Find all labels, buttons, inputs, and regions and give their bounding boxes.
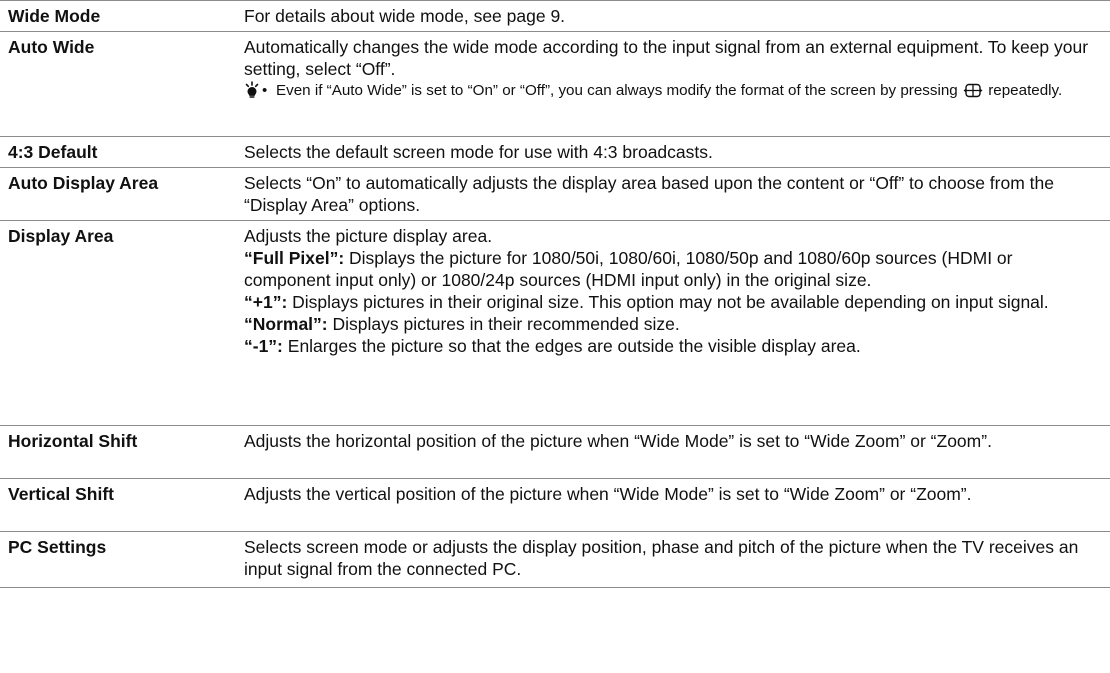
term-label: Vertical Shift: [8, 484, 115, 504]
hint-note: • Even if “Auto Wide” is set to “On” or …: [244, 81, 1096, 103]
table-row-auto-display-area: Auto Display Area Selects “On” to automa…: [0, 167, 1110, 220]
description-text: Selects screen mode or adjusts the displ…: [244, 537, 1079, 579]
description-text: Selects the default screen mode for use …: [244, 142, 713, 162]
description: For details about wide mode, see page 9.: [244, 1, 1110, 31]
description-text: Adjusts the picture display area.: [244, 226, 493, 246]
description: Selects the default screen mode for use …: [244, 137, 1110, 167]
settings-table: Wide Mode For details about wide mode, s…: [0, 0, 1110, 588]
table-row-wide-mode: Wide Mode For details about wide mode, s…: [0, 0, 1110, 31]
table-row-horizontal-shift: Horizontal Shift Adjusts the horizontal …: [0, 425, 1110, 478]
hint-text-before: Even if “Auto Wide” is set to “On” or “O…: [276, 82, 958, 99]
description-text: Automatically changes the wide mode acco…: [244, 37, 1089, 79]
description: Adjusts the horizontal position of the p…: [244, 426, 1110, 478]
option-label: “Normal”:: [244, 314, 328, 334]
table-row-display-area: Display Area Adjusts the picture display…: [0, 220, 1110, 425]
wide-mode-button-icon: [963, 83, 983, 103]
table-row-vertical-shift: Vertical Shift Adjusts the vertical posi…: [0, 478, 1110, 531]
term-label: Horizontal Shift: [8, 431, 138, 451]
term-label: 4:3 Default: [8, 142, 98, 162]
option-text: Enlarges the picture so that the edges a…: [287, 336, 861, 356]
option-text: Displays the picture for 1080/50i, 1080/…: [244, 248, 1013, 290]
description-text: Adjusts the horizontal position of the p…: [244, 431, 992, 451]
term-label: Auto Wide: [8, 37, 95, 57]
option-minus-1: “-1”: Enlarges the picture so that the e…: [244, 335, 1096, 357]
option-label: “Full Pixel”:: [244, 248, 345, 268]
description: Adjusts the vertical position of the pic…: [244, 479, 1110, 531]
lightbulb-hint-icon: [244, 81, 262, 103]
option-full-pixel: “Full Pixel”: Displays the picture for 1…: [244, 247, 1096, 291]
table-row-auto-wide: Auto Wide Automatically changes the wide…: [0, 31, 1110, 136]
description-text: Adjusts the vertical position of the pic…: [244, 484, 972, 504]
option-label: “-1”:: [244, 336, 283, 356]
option-normal: “Normal”: Displays pictures in their rec…: [244, 313, 1096, 335]
option-text: Displays pictures in their recommended s…: [332, 314, 680, 334]
description: Selects screen mode or adjusts the displ…: [244, 532, 1110, 587]
option-label: “+1”:: [244, 292, 288, 312]
bullet: •: [262, 82, 268, 99]
hint-text-after: repeatedly.: [988, 82, 1063, 99]
term-label: Wide Mode: [8, 6, 101, 26]
description: Automatically changes the wide mode acco…: [244, 32, 1110, 136]
option-text: Displays pictures in their original size…: [292, 292, 1049, 312]
description-text: For details about wide mode, see page 9.: [244, 6, 566, 26]
table-row-4-3-default: 4:3 Default Selects the default screen m…: [0, 136, 1110, 167]
description: Adjusts the picture display area. “Full …: [244, 221, 1110, 425]
table-row-pc-settings: PC Settings Selects screen mode or adjus…: [0, 531, 1110, 588]
option-plus-1: “+1”: Displays pictures in their origina…: [244, 291, 1096, 313]
description-text: Selects “On” to automatically adjusts th…: [244, 173, 1054, 215]
term-label: PC Settings: [8, 537, 107, 557]
term-label: Auto Display Area: [8, 173, 159, 193]
hint-text: Even if “Auto Wide” is set to “On” or “O…: [276, 81, 1096, 103]
term-label: Display Area: [8, 226, 114, 246]
description: Selects “On” to automatically adjusts th…: [244, 168, 1110, 220]
